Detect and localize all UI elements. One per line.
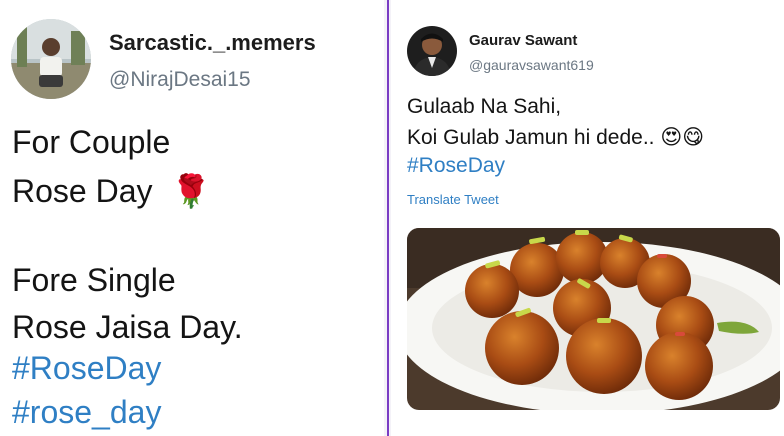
rose-emoji: 🌹	[171, 173, 212, 209]
gulab-jamun-photo[interactable]	[407, 228, 780, 410]
tweet-text-line-4: Rose Jaisa Day.	[12, 309, 243, 345]
tweet-text-line-2: Koi Gulab Jamun hi dede.. 😍😋	[407, 125, 704, 150]
translate-tweet-link[interactable]: Translate Tweet	[407, 192, 499, 207]
hashtag-roseday[interactable]: #RoseDay	[407, 154, 505, 178]
tweet-text-line-2: Rose Day 🌹	[12, 172, 211, 210]
divider-line	[387, 0, 389, 436]
tweet-text-line-2-text: Rose Day	[12, 173, 153, 209]
tweet-text-line-1: For Couple	[12, 124, 171, 160]
tweet-text-line-1: Gulaab Na Sahi,	[407, 95, 562, 118]
tweet-card-right: Gaurav Sawant @gauravsawant619 Gulaab Na…	[391, 0, 784, 436]
tweet-text-line-3: Fore Single	[12, 262, 176, 298]
panel-divider	[384, 0, 391, 436]
hashtag-rose-day[interactable]: #rose_day	[12, 394, 161, 431]
display-name[interactable]: Gaurav Sawant	[469, 32, 577, 49]
display-name[interactable]: Sarcastic._.memers	[109, 30, 316, 56]
tweet-text-line-2-text: Koi Gulab Jamun hi dede..	[407, 126, 655, 149]
avatar-gaurav-sawant[interactable]	[407, 26, 457, 76]
avatar-sarcastic-memers[interactable]	[11, 19, 91, 99]
tweet-card-left: Sarcastic._.memers @NirajDesai15 For Cou…	[0, 0, 384, 436]
user-handle[interactable]: @gauravsawant619	[469, 57, 594, 73]
user-handle[interactable]: @NirajDesai15	[109, 68, 251, 92]
hashtag-roseday[interactable]: #RoseDay	[12, 350, 161, 387]
heart-eyes-yum-emoji: 😍😋	[660, 126, 705, 149]
